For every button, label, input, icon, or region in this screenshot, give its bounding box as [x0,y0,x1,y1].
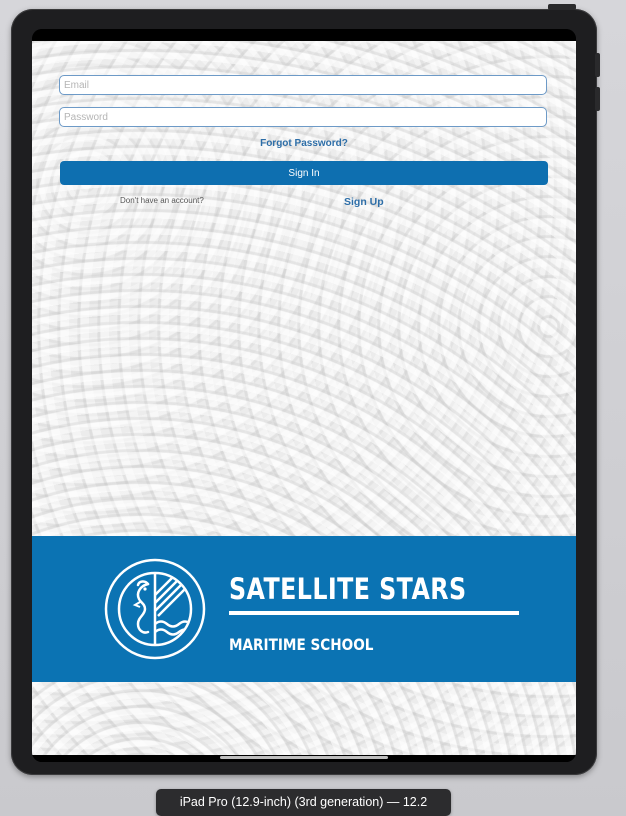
volume-up-button[interactable] [595,53,600,77]
brand-title: SATELLITE STARS [229,572,467,606]
email-field[interactable] [59,75,547,95]
brand-subtitle: MARITIME SCHOOL [229,635,374,654]
school-banner: SATELLITE STARS MARITIME SCHOOL [32,536,576,682]
simulator-device-label: iPad Pro (12.9-inch) (3rd generation) — … [156,789,451,816]
forgot-password-link[interactable]: Forgot Password? [32,138,576,149]
home-indicator[interactable] [220,756,388,759]
password-field[interactable] [59,107,547,127]
sign-in-button[interactable]: Sign In [60,161,548,185]
sign-up-link[interactable]: Sign Up [344,196,384,208]
ipad-device-frame: Forgot Password? Sign In Don't have an a… [11,4,600,775]
status-bar [32,29,576,41]
device-screen: Forgot Password? Sign In Don't have an a… [32,29,576,762]
brand-divider [229,611,519,615]
top-button[interactable] [548,4,576,10]
no-account-label: Don't have an account? [120,196,204,205]
simulator-desktop: Forgot Password? Sign In Don't have an a… [0,0,626,816]
seahorse-waves-emblem-icon [104,558,206,660]
volume-down-button[interactable] [595,87,600,111]
